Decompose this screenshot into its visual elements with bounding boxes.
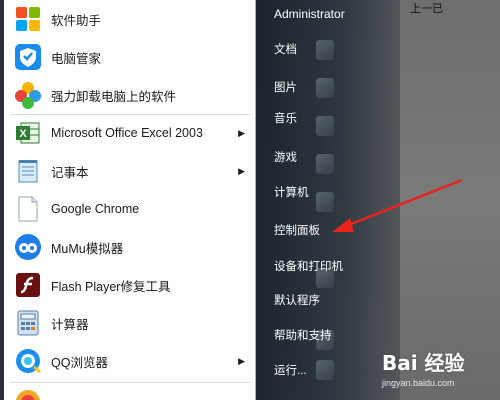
qq-browser-icon [14, 347, 42, 375]
help-support-link[interactable]: 帮助和支持 [274, 327, 332, 343]
computer-link[interactable]: 计算机 [274, 184, 309, 200]
submenu-arrow-icon: ▶ [238, 165, 245, 176]
pc-manager-shield-icon [14, 43, 42, 71]
svg-text:X: X [19, 128, 27, 140]
uninstaller-clover-icon [14, 81, 42, 109]
default-programs-link[interactable]: 默认程序 [274, 292, 320, 308]
mumu-emulator-icon [14, 233, 42, 261]
program-label: Microsoft Office Excel 2003 [51, 126, 203, 140]
devices-printers-link[interactable]: 设备和打印机 [274, 258, 343, 274]
music-link[interactable]: 音乐 [274, 110, 297, 126]
games-link[interactable]: 游戏 [274, 149, 297, 165]
submenu-arrow-icon: ▶ [238, 355, 245, 366]
baidu-jingyan-watermark: Bai 经验 jingyan.baidu.com [380, 345, 500, 400]
excel-icon: X [14, 119, 42, 147]
chrome-icon [14, 195, 42, 223]
program-label: 计算器 [51, 317, 89, 332]
software-assistant-icon [14, 5, 42, 33]
program-item-uninstaller[interactable]: 强力卸载电脑上的软件 [4, 76, 255, 114]
program-label: 记事本 [51, 165, 89, 180]
desktop-text-fragment: 上一已 [410, 3, 443, 15]
watermark-url: jingyan.baidu.com [382, 378, 455, 388]
program-label: 软件助手 [51, 13, 102, 28]
ghost-icon [316, 40, 334, 60]
documents-link[interactable]: 文档 [274, 41, 297, 57]
program-item-flash-repair[interactable]: Flash Player修复工具 [4, 266, 255, 304]
flash-player-icon [14, 271, 42, 299]
program-item-calculator[interactable]: 计算器 [4, 304, 255, 342]
program-label: 电脑管家 [51, 51, 102, 66]
pictures-link[interactable]: 图片 [274, 79, 297, 95]
program-label: MuMu模拟器 [51, 241, 124, 256]
control-panel-link[interactable]: 控制面板 [274, 222, 320, 238]
program-label: Google Chrome [51, 202, 140, 216]
ghost-icon [316, 360, 334, 380]
program-label: 强力卸载电脑上的软件 [51, 89, 177, 104]
desktop-area: 上一已 [400, 0, 500, 400]
run-link[interactable]: 运行... [274, 362, 307, 378]
start-menu-places-pane: Administrator 文档 图片 音乐 游戏 计算机 控制面板 设备和打印… [256, 0, 400, 400]
program-label: QQ浏览器 [51, 355, 108, 370]
program-item-mumu[interactable]: MuMu模拟器 [4, 228, 255, 266]
ghost-icon [316, 154, 334, 174]
menu-separator [10, 382, 250, 383]
program-label: Flash Player修复工具 [51, 279, 171, 294]
watermark-logo: Bai 经验 [382, 351, 465, 375]
partial-program-icon [14, 388, 44, 400]
program-item-pc-manager[interactable]: 电脑管家 [4, 38, 255, 76]
program-item-qq-browser[interactable]: QQ浏览器 ▶ [4, 342, 255, 380]
notepad-icon [14, 157, 42, 185]
program-item-excel[interactable]: X Microsoft Office Excel 2003 ▶ [4, 114, 255, 152]
program-item-software-assistant[interactable]: 软件助手 [4, 0, 255, 38]
ghost-icon [316, 78, 334, 98]
submenu-arrow-icon: ▶ [238, 127, 245, 138]
calculator-icon [14, 309, 42, 337]
ghost-icon [316, 192, 334, 212]
start-menu-programs-pane: 软件助手 电脑管家 强力卸载电脑上的软件 X Microsoft Office … [0, 0, 256, 400]
program-item-chrome[interactable]: Google Chrome [4, 190, 255, 228]
program-item-notepad[interactable]: 记事本 ▶ [4, 152, 255, 190]
user-name-link[interactable]: Administrator [274, 7, 345, 21]
ghost-icon [316, 116, 334, 136]
